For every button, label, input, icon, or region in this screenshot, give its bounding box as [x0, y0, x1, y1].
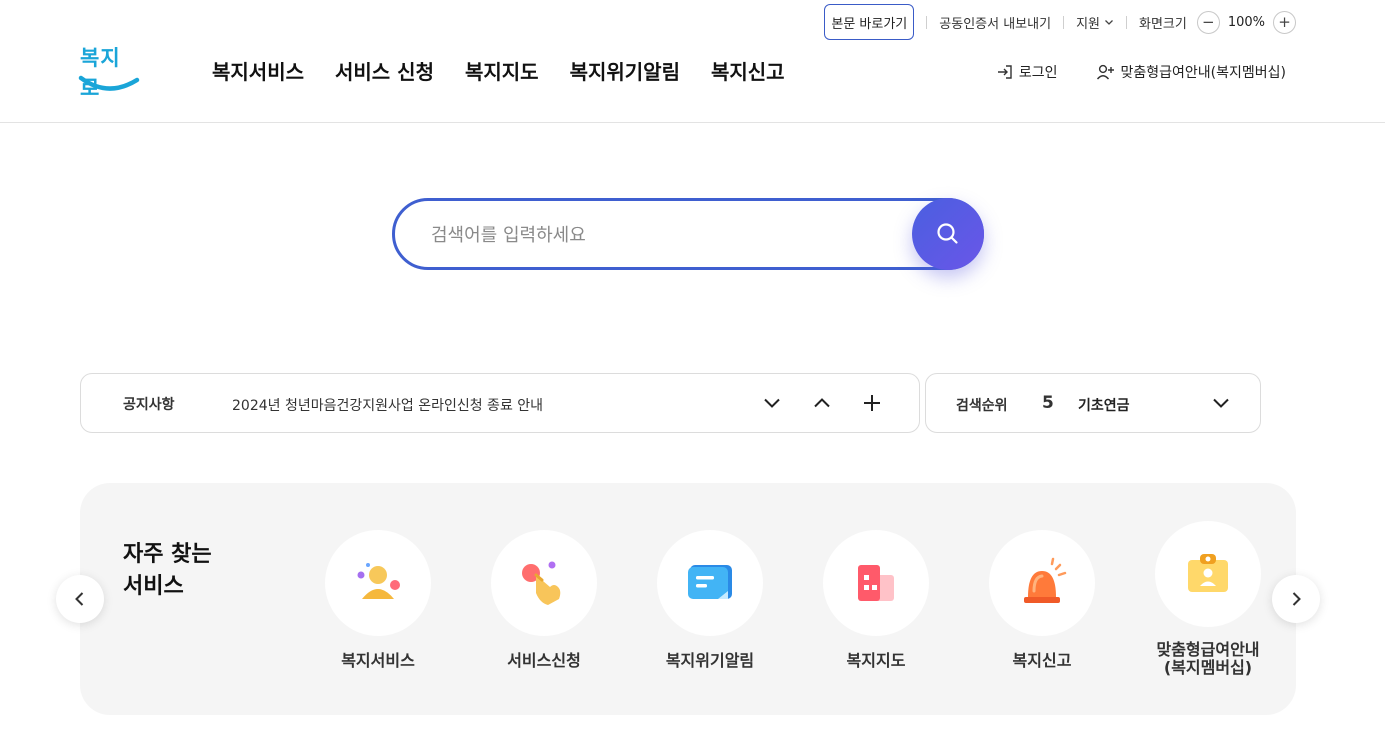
- logo[interactable]: 복지로: [78, 42, 140, 100]
- membership-label: 맞춤형급여안내(복지멤버십): [1120, 65, 1286, 81]
- frequent-services-title: 자주 찾는 서비스: [123, 539, 212, 603]
- service-crisis-alert[interactable]: 복지위기알림: [640, 530, 780, 670]
- service-icon-circle: [989, 530, 1095, 636]
- service-label: 복지지도: [846, 651, 906, 670]
- service-label: 복지신고: [1012, 651, 1072, 670]
- notice-label: 공지사항: [123, 397, 175, 413]
- header-actions: 로그인 맞춤형급여안내(복지멤버십): [996, 62, 1286, 82]
- service-label-line-1: 맞춤형급여안내: [1156, 640, 1260, 659]
- search-box: [392, 198, 984, 270]
- divider: [926, 15, 928, 29]
- nav-welfare-service[interactable]: 복지서비스: [212, 56, 304, 85]
- rank-term-link[interactable]: 기초연금: [1078, 395, 1130, 415]
- nav-service-application[interactable]: 서비스 신청: [335, 56, 434, 85]
- membership-link[interactable]: 맞춤형급여안내(복지멤버십): [1096, 62, 1286, 82]
- divider: [1125, 15, 1127, 29]
- chevron-down-icon: [1105, 20, 1113, 25]
- notice-next-button[interactable]: [758, 389, 786, 417]
- divider: [1063, 15, 1065, 29]
- building-map-icon: [858, 565, 894, 601]
- chevron-down-icon: [764, 398, 780, 408]
- zoom-in-button[interactable]: +: [1273, 10, 1296, 34]
- logo-smile-icon: [78, 75, 140, 91]
- service-icon-circle: [491, 530, 597, 636]
- add-user-icon: [1096, 64, 1114, 80]
- plus-icon: [864, 395, 880, 411]
- chevron-left-icon: [75, 592, 84, 606]
- zoom-value: 100%: [1227, 14, 1265, 30]
- header-divider: [0, 122, 1385, 123]
- service-welfare[interactable]: 복지서비스: [308, 530, 448, 670]
- chevron-up-icon: [814, 398, 830, 408]
- frequent-services-panel: 자주 찾는 서비스 복지서비스 서비스신청 복지위기알림 복지지도 복지신고 맞…: [80, 483, 1296, 715]
- search-input[interactable]: [431, 218, 901, 252]
- notice-item-link[interactable]: 2024년 청년마음건강지원사업 온라인신청 종료 안내: [232, 395, 543, 415]
- search-button[interactable]: [912, 198, 984, 270]
- title-line-2: 서비스: [123, 574, 184, 599]
- service-label: 복지위기알림: [665, 651, 755, 670]
- title-line-1: 자주 찾는: [123, 542, 212, 567]
- carousel-prev-button[interactable]: [56, 575, 104, 623]
- nav-welfare-map[interactable]: 복지지도: [465, 56, 539, 85]
- service-icon-circle: [1155, 521, 1261, 627]
- rank-label: 검색순위: [956, 398, 1008, 414]
- support-dropdown[interactable]: 지원: [1076, 13, 1114, 32]
- utility-bar: 본문 바로가기 공동인증서 내보내기 지원 화면크기 − 100% +: [824, 4, 1296, 40]
- chevron-right-icon: [1292, 592, 1301, 606]
- notice-bar: 공지사항 2024년 청년마음건강지원사업 온라인신청 종료 안내: [80, 373, 920, 433]
- person-icon: [357, 563, 400, 599]
- service-application[interactable]: 서비스신청: [474, 530, 614, 670]
- service-icon-circle: [325, 530, 431, 636]
- zoom-out-button[interactable]: −: [1196, 10, 1220, 34]
- membership-card-icon: [1188, 554, 1228, 592]
- chevron-down-icon: [1213, 398, 1229, 408]
- search-rank-bar: 검색순위 5 기초연금: [925, 373, 1261, 433]
- support-label: 지원: [1076, 16, 1100, 32]
- notice-more-button[interactable]: [858, 389, 886, 417]
- login-label: 로그인: [1018, 65, 1058, 81]
- siren-icon: [1024, 557, 1067, 603]
- rank-expand-button[interactable]: [1207, 389, 1235, 417]
- pointer-hand-icon: [522, 561, 561, 605]
- rank-number: 5: [1042, 393, 1054, 413]
- search-icon: [937, 223, 958, 244]
- service-membership[interactable]: 맞춤형급여안내 (복지멤버십): [1138, 521, 1278, 677]
- service-label-line-2: (복지멤버십): [1163, 658, 1253, 677]
- service-label: 복지서비스: [341, 651, 415, 670]
- service-welfare-map[interactable]: 복지지도: [806, 530, 946, 670]
- service-icon-circle: [823, 530, 929, 636]
- cert-export-link[interactable]: 공동인증서 내보내기: [939, 13, 1051, 32]
- service-icon-circle: [657, 530, 763, 636]
- skip-to-content-link[interactable]: 본문 바로가기: [824, 4, 915, 40]
- login-link[interactable]: 로그인: [996, 62, 1058, 82]
- service-welfare-report[interactable]: 복지신고: [972, 530, 1112, 670]
- nav-welfare-report[interactable]: 복지신고: [711, 56, 785, 85]
- zoom-label: 화면크기: [1138, 16, 1187, 32]
- nav-welfare-crisis-alert[interactable]: 복지위기알림: [570, 56, 680, 85]
- message-icon: [688, 565, 732, 599]
- login-icon: [997, 65, 1012, 79]
- notice-prev-button[interactable]: [808, 389, 836, 417]
- carousel-next-button[interactable]: [1272, 575, 1320, 623]
- main-navigation: 복지서비스 서비스 신청 복지지도 복지위기알림 복지신고: [212, 56, 785, 85]
- service-label: 서비스신청: [507, 651, 581, 670]
- service-label: 맞춤형급여안내 (복지멤버십): [1138, 641, 1278, 677]
